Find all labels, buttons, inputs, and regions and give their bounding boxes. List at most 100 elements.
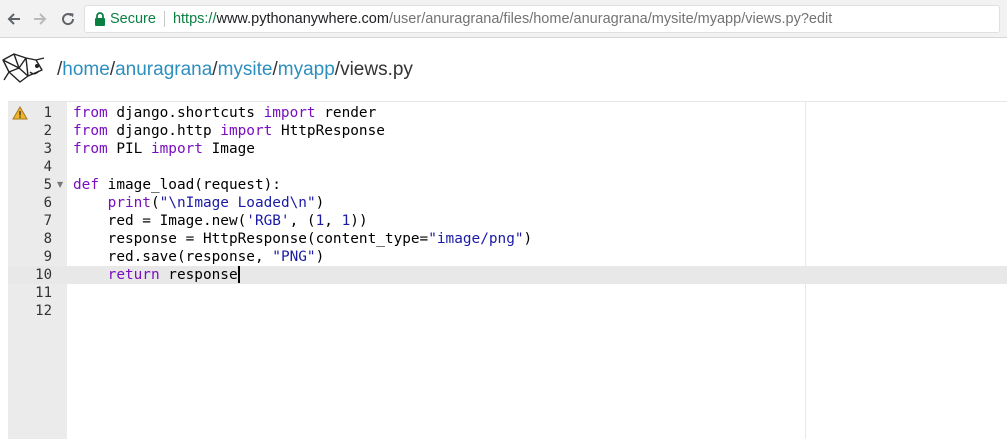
code-token: django.http <box>107 123 221 139</box>
pythonanywhere-logo-icon[interactable] <box>0 50 48 90</box>
code-text[interactable]: from django.http import HttpResponse <box>73 122 385 140</box>
code-token: django.shortcuts <box>107 105 264 121</box>
gutter-cell: ▼ 5 <box>8 176 67 194</box>
code-text[interactable]: def image_load(request): <box>73 176 281 194</box>
code-token: "image/png" <box>428 231 524 247</box>
code-editor[interactable]: 1 from django.shortcuts import render 2 fro… <box>8 101 1007 439</box>
line-number: 2 <box>43 123 52 139</box>
code-line[interactable]: 9 red.save(response, "PNG") <box>8 248 1007 266</box>
reload-icon <box>62 13 75 26</box>
code-token: " <box>306 195 316 211</box>
address-bar[interactable]: Secure https://www.pythonanywhere.com/us… <box>84 5 1000 33</box>
gutter-cell: 11 <box>8 284 67 302</box>
breadcrumb-home[interactable]: home <box>62 59 110 80</box>
code-line[interactable]: ▼ 5 def image_load(request): <box>8 176 1007 194</box>
code-token: PIL <box>107 141 151 157</box>
code-line[interactable]: 4 <box>8 158 1007 176</box>
code-token: response <box>159 267 238 283</box>
arrow-right-icon <box>34 13 47 25</box>
code-token: red.save(response, <box>73 249 273 265</box>
code-text[interactable]: from django.shortcuts import render <box>73 104 376 122</box>
code-text[interactable]: red.save(response, "PNG") <box>73 248 325 266</box>
gutter-cell: 6 <box>8 194 67 212</box>
breadcrumb-mysite[interactable]: mysite <box>218 59 273 80</box>
gutter-cell: 8 <box>8 230 67 248</box>
text-cursor <box>237 266 240 283</box>
code-line[interactable]: 12 <box>8 302 1007 320</box>
code-token: 1 <box>341 213 351 229</box>
code-line[interactable]: 11 <box>8 284 1007 302</box>
reload-button[interactable] <box>57 8 79 30</box>
code-line[interactable]: 7 red = Image.new('RGB', (1, 1)) <box>8 212 1007 230</box>
code-token: def <box>73 177 99 193</box>
arrow-left-icon <box>7 13 20 25</box>
url-protocol: https:// <box>172 11 217 27</box>
lock-icon[interactable] <box>94 12 106 26</box>
code-token: ) <box>523 231 533 247</box>
code-token: )) <box>350 213 368 229</box>
gutter-cell: 4 <box>8 158 67 176</box>
line-number: 8 <box>43 231 52 247</box>
code-token: image_load(request): <box>99 177 281 193</box>
code-line[interactable]: 8 response = HttpResponse(content_type="… <box>8 230 1007 248</box>
line-number: 11 <box>35 285 52 301</box>
line-number: 10 <box>35 267 52 283</box>
code-token: HttpResponse <box>272 123 385 139</box>
code-token: 'RGB' <box>246 213 290 229</box>
code-token: ) <box>315 249 325 265</box>
code-token: from <box>73 141 108 157</box>
breadcrumb-myapp[interactable]: myapp <box>278 59 335 80</box>
url-path: /user/anuragrana/files/home/anuragrana/m… <box>388 11 833 27</box>
secure-label[interactable]: Secure <box>110 11 156 27</box>
code-token: ) <box>315 195 325 211</box>
code-text[interactable]: response = HttpResponse(content_type="im… <box>73 230 533 248</box>
line-number: 6 <box>43 195 52 211</box>
code-line[interactable]: 2 from django.http import HttpResponse <box>8 122 1007 140</box>
gutter-cell: 3 <box>8 140 67 158</box>
code-token: , <box>324 213 342 229</box>
breadcrumb: /home/anuragrana/mysite/myapp/views.py <box>57 59 413 81</box>
code-token: "PNG" <box>272 249 316 265</box>
code-token: \n <box>289 195 307 211</box>
line-number: 3 <box>43 141 52 157</box>
gutter-cell: 12 <box>8 302 67 320</box>
back-button[interactable] <box>3 8 25 30</box>
forward-button[interactable] <box>29 8 51 30</box>
code-text[interactable]: print("\nImage Loaded\n") <box>73 194 325 212</box>
line-number: 5 <box>43 177 52 193</box>
address-divider <box>163 11 165 27</box>
warning-icon[interactable] <box>12 106 28 120</box>
code-line[interactable]: 6 print("\nImage Loaded\n") <box>8 194 1007 212</box>
code-line[interactable]: 1 from django.shortcuts import render <box>8 104 1007 122</box>
code-line[interactable]: 3 from PIL import Image <box>8 140 1007 158</box>
gutter-cell: 9 <box>8 248 67 266</box>
url-host: www.pythonanywhere.com <box>216 11 389 27</box>
gutter-cell: 2 <box>8 122 67 140</box>
code-text[interactable]: return response <box>73 266 240 284</box>
code-token: render <box>315 105 377 121</box>
code-text[interactable]: red = Image.new('RGB', (1, 1)) <box>73 212 368 230</box>
browser-toolbar: Secure https://www.pythonanywhere.com/us… <box>0 0 1007 38</box>
code-token: import <box>150 141 203 157</box>
breadcrumb-anuragrana[interactable]: anuragrana <box>115 59 212 80</box>
line-number: 9 <box>43 249 52 265</box>
code-token: 1 <box>315 213 325 229</box>
code-token: \n <box>168 195 186 211</box>
fold-toggle-icon[interactable]: ▼ <box>57 176 63 194</box>
line-number: 7 <box>43 213 52 229</box>
code-line[interactable]: 10 return response <box>8 266 1007 284</box>
code-token: , ( <box>289 213 316 229</box>
code-token: import <box>220 123 273 139</box>
gutter-cell: 1 <box>8 104 67 122</box>
code-token: Image Loaded <box>185 195 290 211</box>
code-token: red = Image.new( <box>73 213 247 229</box>
code-token: return <box>107 267 160 283</box>
line-number: 1 <box>43 105 52 121</box>
code-token: Image <box>202 141 255 157</box>
breadcrumb-file: views.py <box>340 59 413 80</box>
code-token: from <box>73 105 108 121</box>
code-text[interactable]: from PIL import Image <box>73 140 255 158</box>
line-number: 4 <box>43 159 52 175</box>
